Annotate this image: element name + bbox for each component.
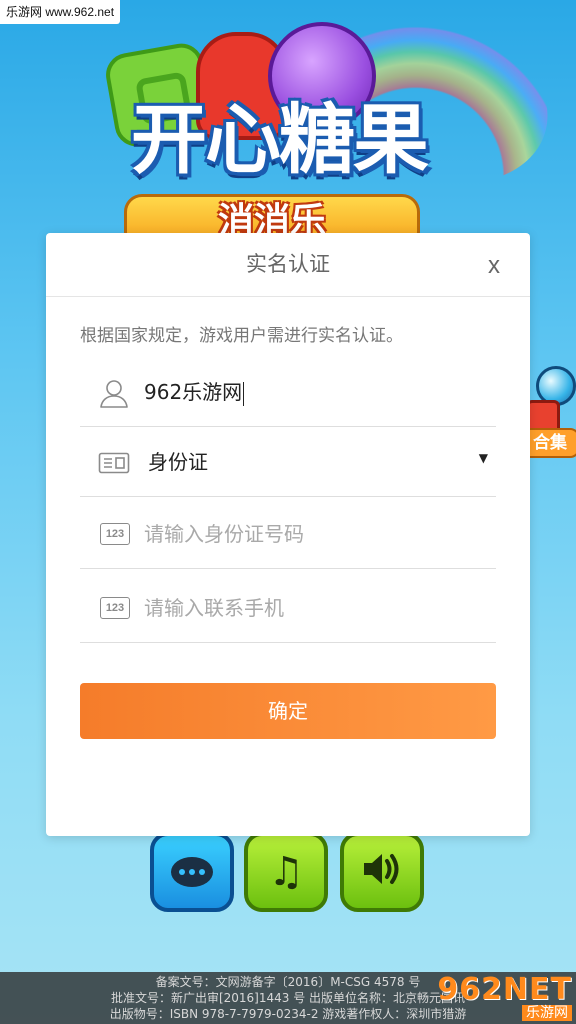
sound-button[interactable] [340,832,424,912]
real-name-dialog: 实名认证 x 根据国家规定，游戏用户需进行实名认证。 962乐游网 身份证 ▼ … [46,233,530,836]
close-button[interactable]: x [480,249,508,283]
number-icon: 123 [100,523,130,545]
phone-field[interactable]: 123 [80,573,496,643]
id-number-field[interactable]: 123 [80,499,496,569]
site-logo: 962NET 乐游网 [437,974,572,1022]
confirm-button[interactable]: 确定 [80,683,496,739]
music-note-icon: ♫ [268,849,304,895]
dialog-title: 实名认证 [246,252,330,276]
name-value: 962乐游网 [144,380,243,404]
site-watermark: 乐游网 www.962.net [0,0,121,24]
id-type-value: 身份证 [148,450,208,474]
dialog-header: 实名认证 x [46,233,530,297]
name-field[interactable]: 962乐游网 [80,357,496,427]
game-title: 开心糖果 [131,95,429,184]
chat-bubble-icon [171,857,213,887]
id-type-select[interactable]: 身份证 ▼ [80,427,496,497]
verification-notice: 根据国家规定，游戏用户需进行实名认证。 [80,326,403,346]
phone-input[interactable] [144,573,474,643]
chevron-down-icon: ▼ [478,451,488,465]
music-button[interactable]: ♫ [244,832,328,912]
speaker-icon [360,849,404,896]
chat-button[interactable] [150,832,234,912]
site-logo-text: 962NET [437,972,572,1007]
user-icon [100,380,128,408]
text-cursor [243,381,245,406]
site-logo-subtext: 乐游网 [522,1005,572,1021]
id-number-input[interactable] [144,499,474,569]
game-menu-buttons: ♫ [0,832,576,912]
number-icon: 123 [100,597,130,619]
id-card-icon [98,452,130,474]
name-input[interactable]: 962乐游网 [144,357,474,427]
